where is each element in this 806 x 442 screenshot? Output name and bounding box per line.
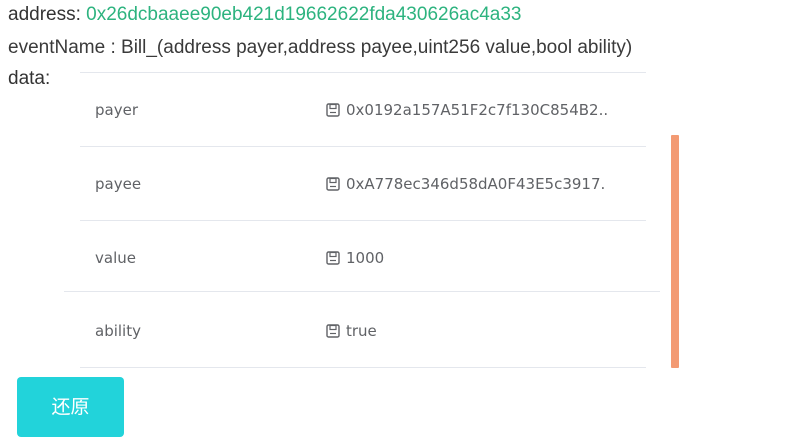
save-icon[interactable] <box>326 177 340 191</box>
restore-button[interactable]: 还原 <box>17 377 124 437</box>
row-key: value <box>95 249 136 267</box>
row-key: ability <box>95 322 141 340</box>
row-value-text: 1000 <box>346 249 385 267</box>
row-key: payee <box>95 175 142 193</box>
table-divider <box>64 291 660 292</box>
address-value: 0x26dcbaaee90eb421d19662622fda430626ac4a… <box>86 4 522 25</box>
table-divider <box>80 367 646 368</box>
row-value-text: 0xA778ec346d58dA0F43E5c3917. <box>346 175 606 193</box>
scrollbar[interactable] <box>671 135 679 368</box>
address-label: address: <box>8 4 81 25</box>
table-row-payer: payer 0x0192a157A51F2c7f130C854B2.. <box>80 73 646 147</box>
data-label: data: <box>8 68 51 89</box>
row-value: true <box>326 294 646 368</box>
event-name-label: eventName : <box>8 37 116 58</box>
table-row-ability: ability true <box>80 294 646 368</box>
row-value: 0x0192a157A51F2c7f130C854B2.. <box>326 73 646 147</box>
row-value-text: true <box>346 322 377 340</box>
row-value: 0xA778ec346d58dA0F43E5c3917. <box>326 147 646 221</box>
row-key: payer <box>95 101 138 119</box>
table-row-payee: payee 0xA778ec346d58dA0F43E5c3917. <box>80 147 646 221</box>
row-value: 1000 <box>326 221 646 295</box>
event-name-value: Bill_(address payer,address payee,uint25… <box>121 37 633 58</box>
save-icon[interactable] <box>326 251 340 265</box>
event-name-line: eventName : Bill_(address payer,address … <box>8 37 632 59</box>
row-value-text: 0x0192a157A51F2c7f130C854B2.. <box>346 101 609 119</box>
save-icon[interactable] <box>326 103 340 117</box>
table-row-value: value 1000 <box>80 221 646 295</box>
address-line: address: 0x26dcbaaee90eb421d19662622fda4… <box>8 4 521 26</box>
data-table: payer 0x0192a157A51F2c7f130C854B2.. paye… <box>64 72 660 368</box>
save-icon[interactable] <box>326 324 340 338</box>
